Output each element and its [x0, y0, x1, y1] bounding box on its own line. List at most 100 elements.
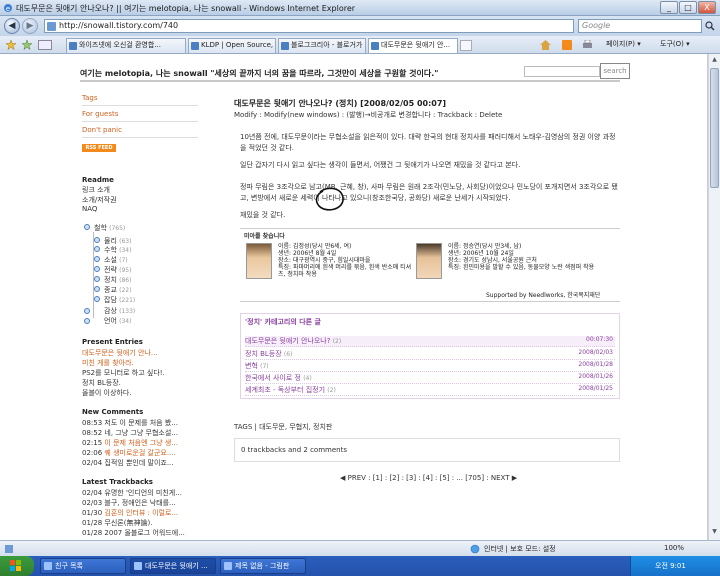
trackback-entry[interactable]: 01/30 김훈의 인터뷰 : 이럴로...	[82, 508, 178, 518]
comment-entry[interactable]: 08:53 저도 이 문제를 처음 봤...	[82, 418, 178, 428]
missing-child-banner[interactable]: 미아를 찾습니다 이름: 김정성(당시 만6세, 여) 생년: 2006년 8월…	[240, 228, 620, 302]
category-expand-icon[interactable]	[84, 308, 90, 314]
favorites-star-icon[interactable]	[6, 40, 16, 50]
category-expand-icon[interactable]	[84, 318, 90, 324]
category-root[interactable]: 철학 (765)	[94, 223, 125, 233]
category-item[interactable]: 전략 (95)	[104, 265, 131, 275]
trackback-time: 02/04	[82, 489, 103, 497]
present-entry[interactable]: 미친 게를 찾아라.	[82, 358, 134, 368]
trackback-entry[interactable]: 01/28 무신론(無神論).	[82, 518, 152, 528]
related-post-row[interactable]: 대도무문은 뒷애기 안나오나? (2) 00:07:30	[245, 336, 615, 347]
url-input[interactable]: http://snowall.tistory.com/740	[44, 19, 574, 33]
forward-button[interactable]: ▶	[22, 18, 38, 34]
trackback-entry[interactable]: 01/28 2007 올블로그 어워드에...	[82, 528, 185, 538]
pagination[interactable]: ◀ PREV : [1] : [2] : [3] : [4] : [5] : .…	[340, 474, 517, 482]
system-tray: 오전 9:01	[630, 556, 720, 576]
category-count: (133)	[119, 308, 136, 315]
related-posts-box: '정치' 카테고리의 다른 글 대도무문은 뒷애기 안나오나? (2) 00:07…	[240, 313, 620, 399]
present-entry[interactable]: 올블이 이상하다.	[82, 388, 132, 398]
taskbar-item-friends[interactable]: 친구 목록	[40, 558, 126, 574]
zoom-level[interactable]: 100%	[664, 544, 684, 552]
related-post-row[interactable]: 세계최초 - 독상부터 집정기 (2) 2008/01/25	[245, 385, 615, 396]
present-entry[interactable]: 정치 BL등장.	[82, 378, 121, 388]
minimize-button[interactable]: _	[660, 1, 678, 14]
address-bar-row: ◀ ▶ http://snowall.tistory.com/740 Googl…	[0, 16, 720, 36]
post-admin-links[interactable]: Modify : Modify(new windows) : (발행)→비공개로…	[234, 110, 502, 120]
globe-icon	[470, 544, 480, 554]
security-zone[interactable]: 인터넷 | 보호 모드: 설정	[484, 544, 556, 554]
comment-text: 집적임 뿐인데 말이죠...	[104, 459, 174, 467]
clock[interactable]: 오전 9:01	[655, 562, 686, 570]
trackback-entry[interactable]: 02/03 블구, 정애인은 낙태를...	[82, 498, 176, 508]
post-tags[interactable]: TAGS | 대도무문, 무협지, 정치판	[234, 422, 332, 432]
profile-line: 이름: 김정성(당시 만6세, 여)	[278, 243, 352, 250]
rss-feed-button[interactable]: RSS FEED	[82, 144, 116, 152]
search-input[interactable]: Google	[578, 19, 702, 33]
category-node-icon	[94, 286, 100, 292]
back-button[interactable]: ◀	[4, 18, 20, 34]
search-icon[interactable]	[705, 21, 715, 31]
related-post-row[interactable]: 변혁 (7) 2008/01/28	[245, 361, 615, 372]
related-post-row[interactable]: 정치 BL등장 (6) 2008/02/03	[245, 349, 615, 360]
category-root-icon[interactable]	[84, 224, 90, 230]
divider	[82, 121, 198, 122]
category-label: 종교	[104, 286, 117, 294]
category-node-icon	[94, 256, 100, 262]
tools-menu[interactable]: 도구(O) ▾	[660, 39, 690, 49]
taskbar-item-paint[interactable]: 제목 없음 - 그림판	[220, 558, 306, 574]
comment-entry[interactable]: 02:06 퀘 생미로운걸 갈군요....	[82, 448, 176, 458]
messenger-icon	[44, 562, 52, 570]
new-tab-button[interactable]	[460, 40, 472, 51]
readme-link[interactable]: NAQ	[82, 205, 97, 213]
readme-link[interactable]: 링크 소개	[82, 185, 110, 195]
scrollbar-thumb[interactable]	[710, 68, 719, 188]
tab-favicon	[191, 42, 199, 50]
present-entry[interactable]: 대도무문은 뒷애기 안나...	[82, 348, 158, 358]
comment-entry[interactable]: 02/04 집적임 뿐인데 말이죠...	[82, 458, 174, 468]
page-menu[interactable]: 페이지(P) ▾	[606, 39, 641, 49]
tab-label: KLDP | Open Source, Gee...	[201, 41, 275, 49]
related-title: 정치 BL등장	[245, 350, 282, 358]
blog-search-button[interactable]: search	[600, 63, 630, 79]
tab-4-active[interactable]: 대도무문은 뒷애기 안...	[368, 38, 458, 53]
tab-2[interactable]: KLDP | Open Source, Gee...	[188, 38, 276, 53]
vertical-scrollbar[interactable]: ▲ ▼	[708, 54, 720, 540]
related-title: 세계최초 - 독상부터 집정기	[245, 386, 326, 394]
present-entry[interactable]: PS2를 모니터로 하고 싶다!.	[82, 368, 165, 378]
category-item[interactable]: 언어 (34)	[104, 316, 131, 326]
tab-3[interactable]: 블로그크리아 - 블로거가 ...	[278, 38, 366, 53]
tab-list-icon[interactable]	[38, 40, 52, 50]
trackback-text: 김훈의 인터뷰 : 이럴로...	[104, 509, 179, 517]
category-item[interactable]: 감상 (133)	[104, 306, 135, 316]
sidebar-link-tags[interactable]: Tags	[82, 94, 98, 102]
start-button[interactable]	[0, 556, 34, 576]
readme-link[interactable]: 소개/저작권	[82, 195, 117, 205]
related-post-row[interactable]: 한국에서 사이로 정 (4) 2008/01/26	[245, 373, 615, 384]
sidebar-link-dont-panic[interactable]: Don't panic	[82, 126, 122, 134]
home-icon[interactable]	[540, 40, 551, 50]
category-item[interactable]: 종교 (22)	[104, 285, 131, 295]
page-icon	[47, 22, 56, 31]
add-favorites-icon[interactable]	[22, 40, 32, 50]
tab-1[interactable]: 와이즈넷에 오신걸 환영합...	[66, 38, 186, 53]
sidebar-link-guests[interactable]: For guests	[82, 110, 118, 118]
category-item[interactable]: 잡담 (221)	[104, 295, 135, 305]
close-button[interactable]: X	[698, 1, 716, 14]
scroll-down-icon[interactable]: ▼	[710, 528, 719, 538]
comment-text: 네, 그냥 그냥 무협소설...	[104, 429, 178, 437]
maximize-button[interactable]: □	[679, 1, 697, 14]
trackback-time: 02/03	[82, 499, 103, 507]
trackbacks-comments-box[interactable]: 0 trackbacks and 2 comments	[234, 438, 620, 462]
category-item[interactable]: 소설 (7)	[104, 255, 128, 265]
category-item[interactable]: 수학 (34)	[104, 245, 131, 255]
category-item[interactable]: 정치 (86)	[104, 275, 131, 285]
trackback-entry[interactable]: 02/04 유명한 '인디언의 미친게...	[82, 488, 182, 498]
taskbar-item-browser[interactable]: 대도무문은 뒷애기 ...	[130, 558, 216, 574]
comment-entry[interactable]: 02:15 이 문제 처음엔 그냥 생...	[82, 438, 178, 448]
scroll-up-icon[interactable]: ▲	[710, 56, 719, 66]
missing-child-heading: 미아를 찾습니다	[244, 233, 285, 240]
print-icon[interactable]	[582, 40, 593, 50]
comment-entry[interactable]: 08:52 네, 그냥 그냥 무협소설...	[82, 428, 178, 438]
rss-feed-icon[interactable]	[562, 40, 572, 50]
blog-search-input[interactable]	[524, 66, 600, 77]
